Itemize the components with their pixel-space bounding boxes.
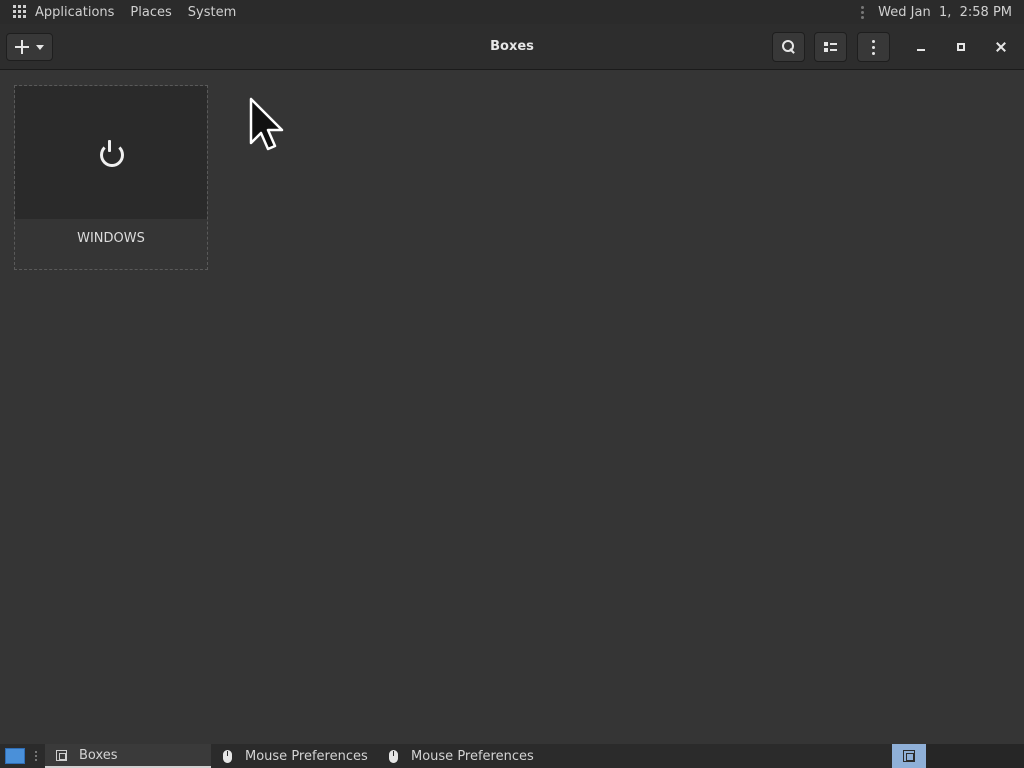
workspace-switcher[interactable] xyxy=(892,744,926,768)
box-tile-windows[interactable]: WINDOWS xyxy=(14,85,208,270)
power-icon xyxy=(98,139,124,167)
search-icon xyxy=(781,40,796,54)
workspace-switcher-empty[interactable] xyxy=(926,744,1024,768)
mouse-pointer-icon xyxy=(249,97,284,151)
view-mode-button[interactable] xyxy=(814,32,847,62)
taskbar-handle-icon xyxy=(35,751,37,761)
header-bar: Boxes xyxy=(0,24,1024,70)
show-desktop-button[interactable] xyxy=(5,748,25,764)
workspace-icon xyxy=(903,750,915,762)
mouse-icon xyxy=(221,749,233,763)
clock[interactable]: Wed Jan 1, 2:58 PM xyxy=(878,5,1012,20)
close-icon xyxy=(996,42,1006,52)
minimize-button[interactable] xyxy=(911,37,931,57)
menu-places[interactable]: Places xyxy=(130,5,171,20)
task-label: Mouse Preferences xyxy=(411,748,534,764)
apps-grid-icon[interactable] xyxy=(13,5,27,19)
list-view-icon xyxy=(824,42,837,52)
panel-handle-icon xyxy=(861,5,865,19)
boxes-collection: WINDOWS xyxy=(0,71,1024,744)
main-menu-button[interactable] xyxy=(857,32,890,62)
maximize-icon xyxy=(957,43,965,51)
task-label: Mouse Preferences xyxy=(245,748,368,764)
top-panel-right: Wed Jan 1, 2:58 PM xyxy=(861,5,1024,20)
box-thumbnail[interactable] xyxy=(15,86,207,219)
task-boxes[interactable]: Boxes xyxy=(45,744,211,768)
mouse-icon xyxy=(387,749,399,763)
task-mouse-preferences-2[interactable]: Mouse Preferences xyxy=(377,744,543,768)
minimize-icon xyxy=(917,49,925,51)
box-name: WINDOWS xyxy=(77,231,145,246)
menu-applications[interactable]: Applications xyxy=(35,5,114,20)
top-panel: Applications Places System Wed Jan 1, 2:… xyxy=(0,0,1024,24)
chevron-down-icon xyxy=(36,44,44,50)
search-button[interactable] xyxy=(772,32,805,62)
boxes-icon xyxy=(55,749,67,761)
kebab-menu-icon xyxy=(872,39,875,55)
menu-system[interactable]: System xyxy=(188,5,236,20)
task-mouse-preferences[interactable]: Mouse Preferences xyxy=(211,744,377,768)
taskbar: Boxes Mouse Preferences Mouse Preference… xyxy=(0,744,1024,768)
maximize-button[interactable] xyxy=(951,37,971,57)
new-box-button[interactable] xyxy=(6,33,53,61)
close-button[interactable] xyxy=(991,37,1011,57)
plus-icon xyxy=(15,40,29,54)
task-label: Boxes xyxy=(79,747,118,763)
